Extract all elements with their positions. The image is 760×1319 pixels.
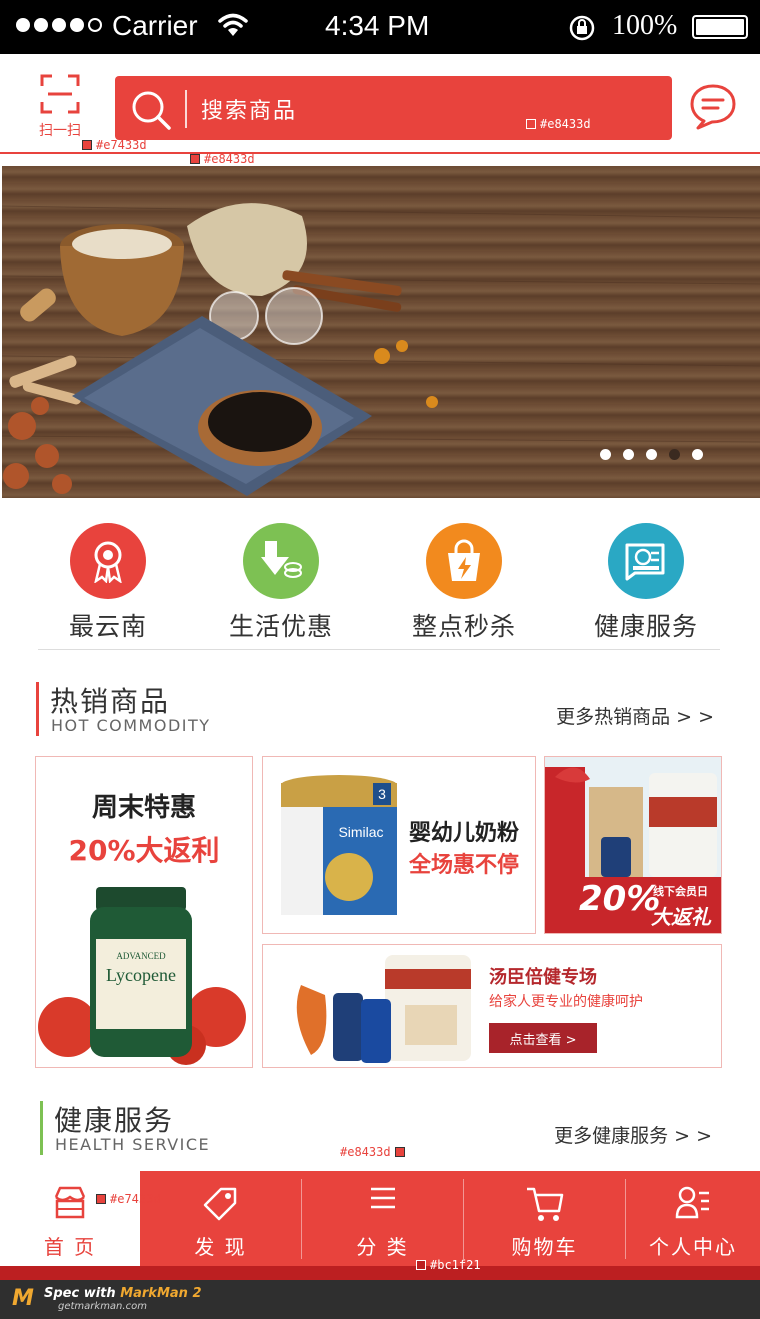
tab-label: 发 现 [194,1235,247,1259]
promo-percent: 20% [579,879,661,919]
search-divider [185,90,187,128]
more-hot-link[interactable]: 更多热销商品 > > [556,702,714,729]
search-icon [129,88,173,136]
header-divider-line [0,152,760,154]
more-health-link[interactable]: 更多健康服务 > > [554,1121,712,1148]
promo-card-by-health[interactable]: 汤臣倍健专场 给家人更专业的健康呵护 点击查看 > [262,944,722,1068]
pagination-dot[interactable] [623,449,634,460]
markman-footer: M Spec with MarkMan 2 getmarkman.com [0,1280,760,1319]
tab-profile[interactable]: 个人中心 [626,1171,760,1266]
app-screen: Carrier 4:34 PM 100% 扫一扫 搜索商品 #e7433d #e… [0,0,760,1319]
scan-label: 扫一扫 [39,123,81,139]
profile-icon [675,1185,711,1225]
promo-description: 给家人更专业的健康呵护 [489,994,643,1010]
promo-highlight: 20%大返利 [68,834,220,867]
promo-card-member-day[interactable]: 20% 线下会员日 大返礼 [544,756,722,934]
tab-bar-bottom-strip [0,1266,760,1280]
shopping-bag-flash-icon [426,523,502,599]
tab-label: 购物车 [511,1235,578,1259]
scan-icon [40,74,80,114]
tag-icon [203,1185,239,1225]
list-icon [367,1185,399,1219]
milk-powder-can-image: Similac 3 [281,775,397,915]
tab-discover[interactable]: 发 现 [140,1171,301,1266]
pagination-dot[interactable] [692,449,703,460]
spec-bottom-color: #bc1f21 [416,1258,481,1272]
battery-icon [692,15,748,39]
tab-category[interactable]: 分 类 [302,1171,463,1266]
tab-label: 分 类 [356,1235,409,1259]
tab-cart[interactable]: 购物车 [464,1171,625,1266]
hot-commodity-header: 热销商品 HOT COMMODITY 更多热销商品 > > [36,682,726,740]
promo-card-lycopene[interactable]: 周末特惠 20%大返利 ADVANCED Lycopene [35,756,253,1068]
svg-text:3: 3 [378,786,386,802]
section-accent-bar [40,1101,43,1155]
markman-logo-icon: M [12,1286,34,1311]
pagination-dot[interactable] [600,449,611,460]
clock: 4:34 PM [325,10,430,41]
spec-scan-color: #e7433d [82,138,147,152]
rotation-lock-icon [568,14,596,46]
bottom-tab-bar: 首 页 发 现 分 类 购物车 个人中心 [0,1171,760,1266]
tab-label: 个人中心 [649,1235,737,1259]
pagination-dot-active[interactable] [669,449,680,460]
cart-icon [525,1185,565,1227]
carrier-name: Carrier [112,10,198,41]
category-zhengdian-miaosha[interactable]: 整点秒杀 [389,523,539,643]
markman-site: getmarkman.com [58,1301,147,1312]
banner-pagination[interactable] [600,449,703,460]
promo-title: 汤臣倍健专场 [489,967,597,988]
tab-label: 首 页 [43,1235,97,1259]
spec-search-color: #e8433d [526,117,591,131]
svg-text:Lycopene: Lycopene [106,965,176,985]
wifi-icon [218,12,248,42]
category-zuiyunnan[interactable]: 最云南 [33,523,183,643]
view-details-button[interactable]: 点击查看 > [489,1023,597,1053]
section-subtitle: HOT COMMODITY [51,716,211,735]
status-bar: Carrier 4:34 PM 100% [0,0,760,54]
category-divider [38,649,720,650]
promo-subtitle: 线下会员日 [653,885,708,898]
category-label: 生活优惠 [228,612,333,641]
category-label: 整点秒杀 [411,612,516,641]
signal-strength-icon [16,18,102,32]
search-input[interactable]: 搜索商品 [201,93,297,125]
promo-highlight: 全场惠不停 [409,853,520,878]
gift-products-image [545,767,717,877]
section-title: 热销商品 [50,685,171,718]
spec-home-color: #e7433d [96,1192,161,1206]
spec-line-color: #e8433d [190,152,255,166]
message-icon[interactable] [688,82,738,134]
coupon-download-icon [243,523,319,599]
section-title: 健康服务 [54,1104,175,1137]
scan-button[interactable]: 扫一扫 [28,74,92,140]
lycopene-product-image: ADVANCED Lycopene [38,887,246,1065]
category-jiankang-fuwu[interactable]: 健康服务 [571,523,721,643]
store-icon [52,1185,88,1223]
battery-percent: 100% [612,10,678,41]
by-health-products-image [296,955,471,1063]
section-subtitle: HEALTH SERVICE [55,1135,211,1154]
promo-title: 婴幼儿奶粉 [409,821,520,846]
markman-spec-text: Spec with MarkMan 2 [44,1286,202,1301]
pagination-dot[interactable] [646,449,657,460]
hero-banner[interactable] [2,166,760,498]
promo-highlight: 大返礼 [651,905,711,929]
spec-tabbar-color: #e8433d [340,1145,405,1159]
ribbon-icon [70,523,146,599]
promo-title: 周末特惠 [91,793,196,823]
category-shenghuo-youhui[interactable]: 生活优惠 [206,523,356,643]
svg-text:ADVANCED: ADVANCED [116,951,166,961]
category-label: 健康服务 [593,612,698,641]
promo-card-infant-formula[interactable]: Similac 3 婴幼儿奶粉 全场惠不停 [262,756,536,934]
category-label: 最云南 [68,612,147,641]
health-card-icon [608,523,684,599]
section-accent-bar [36,682,39,736]
tab-home[interactable]: 首 页 [0,1171,140,1266]
svg-text:Similac: Similac [338,824,383,840]
